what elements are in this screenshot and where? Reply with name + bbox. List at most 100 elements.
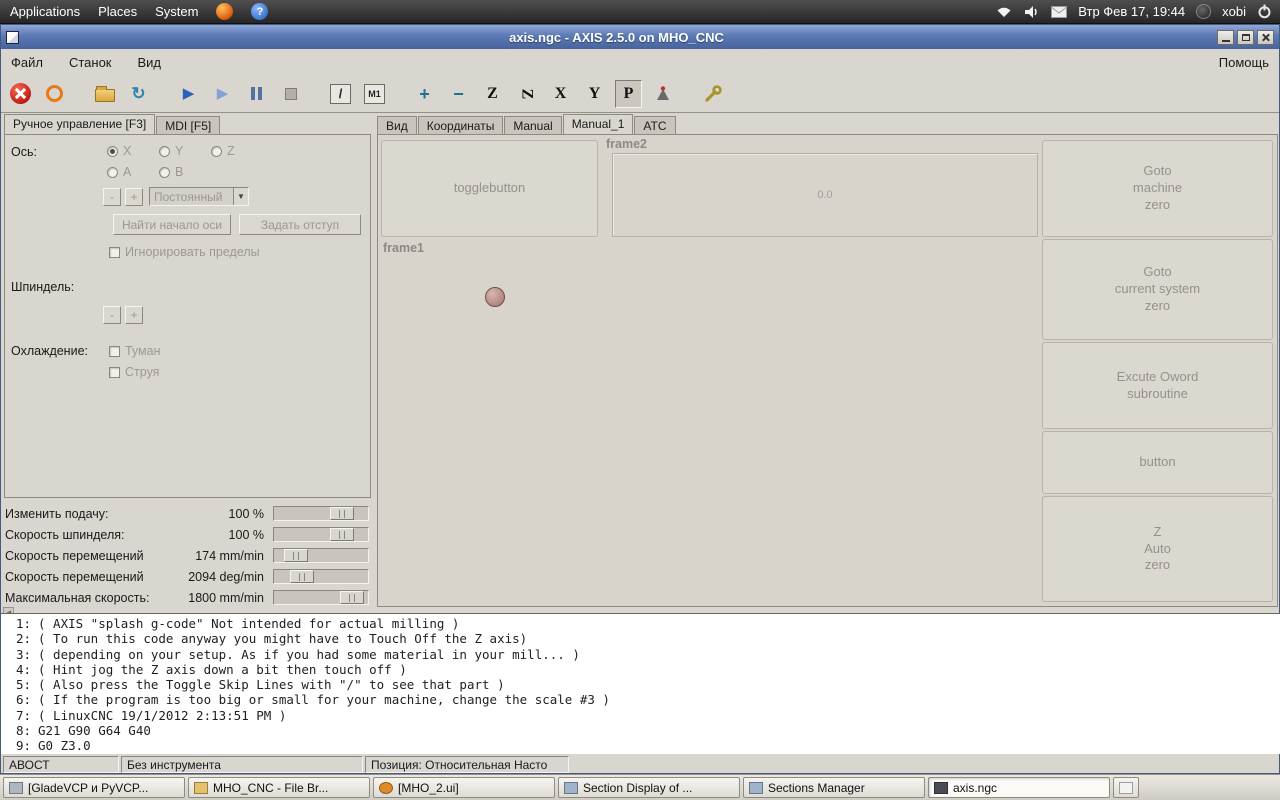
manual-control-panel: Ручное управление [F3] MDI [F5] Ось: X Y… [1,113,374,609]
axis-radio-z[interactable]: Z [211,144,235,158]
execute-oword-subroutine-button[interactable]: Excute Oword subroutine [1042,342,1273,429]
tab-mdi[interactable]: MDI [F5] [156,116,221,134]
system-menu[interactable]: System [155,4,198,19]
places-menu[interactable]: Places [98,4,137,19]
goto-machine-zero-button[interactable]: Goto machine zero [1042,140,1273,237]
status-machine-state: АВОСТ [3,756,119,773]
toolbar: ↻ ▶ ▶ / M1 + − Z Z X Y P [1,75,1279,113]
maximize-button[interactable] [1237,29,1254,45]
view-z-rotated-button[interactable]: Z [513,80,540,108]
generic-button[interactable]: button [1042,431,1273,494]
power-ring-icon [46,85,63,102]
zoom-in-button[interactable]: + [411,80,438,108]
axis-radio-y[interactable]: Y [159,144,183,158]
angular-jog-speed-slider[interactable] [273,569,369,584]
gcode-line[interactable]: 4:( Hint jog the Z axis down a bit then … [5,662,1280,677]
titlebar[interactable]: axis.ngc - AXIS 2.5.0 on MHO_CNC [1,25,1279,49]
help-icon[interactable]: ? [251,3,269,20]
spindle-minus-button[interactable]: - [103,306,121,324]
folder-icon [94,85,115,102]
reload-icon: ↻ [131,84,146,103]
tab-atc[interactable]: ATC [634,116,676,134]
jog-minus-button[interactable]: - [103,188,121,206]
gcode-line[interactable]: 2:( To run this code anyway you might ha… [5,631,1280,646]
stop-button[interactable] [277,80,304,108]
mist-checkbox[interactable]: Туман [109,344,161,358]
spindle-plus-button[interactable]: + [125,306,143,324]
tab-preview[interactable]: Вид [377,116,417,134]
skip-lines-toggle[interactable]: / [327,80,354,108]
jog-speed-slider[interactable] [273,548,369,563]
rotate-view-button[interactable] [649,80,676,108]
minimize-button[interactable] [1217,29,1234,45]
menu-file[interactable]: Файл [11,55,43,70]
gcode-listing[interactable]: 1:( AXIS "splash g-code" Not intended fo… [1,613,1280,754]
spindle-override-row: Скорость шпинделя: 100 % [1,524,372,545]
run-button[interactable]: ▶ [175,80,202,108]
tab-manual[interactable]: Manual [504,116,562,134]
close-button[interactable] [1257,29,1274,45]
taskbar-item-axis[interactable]: axis.ngc [928,777,1110,798]
clock[interactable]: Втр Фев 17, 19:44 [1078,4,1185,19]
open-file-button[interactable] [91,80,118,108]
touch-off-button[interactable]: Задать отступ [239,214,361,235]
volume-icon[interactable] [1024,5,1040,19]
spindle-override-slider[interactable] [273,527,369,542]
window-title: axis.ngc - AXIS 2.5.0 on MHO_CNC [509,29,724,45]
menu-help[interactable]: Помощь [1219,55,1269,70]
axis-radio-a[interactable]: A [107,165,131,179]
wifi-icon[interactable] [995,5,1013,18]
checkbox-icon [109,366,120,378]
tab-manual-control[interactable]: Ручное управление [F3] [4,114,156,134]
flood-checkbox[interactable]: Струя [109,365,159,379]
gcode-line[interactable]: 1:( AXIS "splash g-code" Not intended fo… [5,616,1280,631]
gcode-line[interactable]: 5:( Also press the Toggle Skip Lines wit… [5,677,1280,692]
machine-power-button[interactable] [41,80,68,108]
view-z-button[interactable]: Z [479,80,506,108]
firefox-icon[interactable] [216,3,234,20]
gcode-line[interactable]: 7:( LinuxCNC 19/1/2012 2:13:51 PM ) [5,708,1280,723]
taskbar-item-mini[interactable] [1113,777,1139,798]
reload-button[interactable]: ↻ [125,80,152,108]
applications-menu[interactable]: Applications [10,4,80,19]
gcode-line[interactable]: 9: G0 Z3.0 [5,738,1280,753]
jog-mode-select[interactable]: Постоянный ▼ [149,187,249,206]
optional-stop-toggle[interactable]: M1 [361,80,388,108]
statusbar: АВОСТ Без инструмента Позиция: Относител… [1,754,1280,775]
view-perspective-button[interactable]: P [615,79,642,108]
tool-touchoff-button[interactable] [699,80,726,108]
gcode-line[interactable]: 3:( depending on your setup. As if you h… [5,647,1280,662]
power-icon[interactable] [1257,4,1272,19]
taskbar-item-glade-ui[interactable]: [MHO_2.ui] [373,777,555,798]
jog-plus-button[interactable]: + [125,188,143,206]
mail-icon[interactable] [1051,5,1068,18]
menu-view[interactable]: Вид [138,55,162,70]
toggle-button[interactable]: togglebutton [381,140,598,237]
gcode-line[interactable]: 6:( If the program is too big or small f… [5,692,1280,707]
max-velocity-slider[interactable] [273,590,369,605]
spindle-label: Шпиндель: [11,280,75,294]
ignore-limits-checkbox[interactable]: Игнорировать пределы [109,245,260,259]
home-axis-button[interactable]: Найти начало оси [113,214,231,235]
user-name[interactable]: xobi [1222,4,1246,19]
view-x-button[interactable]: X [547,80,574,108]
feed-override-slider[interactable] [273,506,369,521]
view-y-button[interactable]: Y [581,80,608,108]
axis-radio-x[interactable]: X [107,144,131,158]
estop-button[interactable] [7,80,34,108]
taskbar-item-gladevcp[interactable]: [GladeVCP и PyVCP... [3,777,185,798]
taskbar-item-section-display[interactable]: Section Display of ... [558,777,740,798]
step-button[interactable]: ▶ [209,80,236,108]
tab-dro[interactable]: Координаты [417,116,504,134]
taskbar-item-file-browser[interactable]: MHO_CNC - File Br... [188,777,370,798]
z-auto-zero-button[interactable]: Z Auto zero [1042,496,1273,602]
gcode-line[interactable]: 8: G21 G90 G64 G40 [5,723,1280,738]
axis-radio-b[interactable]: B [159,165,183,179]
menu-machine[interactable]: Станок [69,55,112,70]
zoom-out-button[interactable]: − [445,80,472,108]
pause-button[interactable] [243,80,270,108]
goto-current-system-zero-button[interactable]: Goto current system zero [1042,239,1273,340]
user-icon[interactable] [1196,4,1212,19]
tab-manual-1[interactable]: Manual_1 [562,114,634,134]
taskbar-item-sections-manager[interactable]: Sections Manager [743,777,925,798]
